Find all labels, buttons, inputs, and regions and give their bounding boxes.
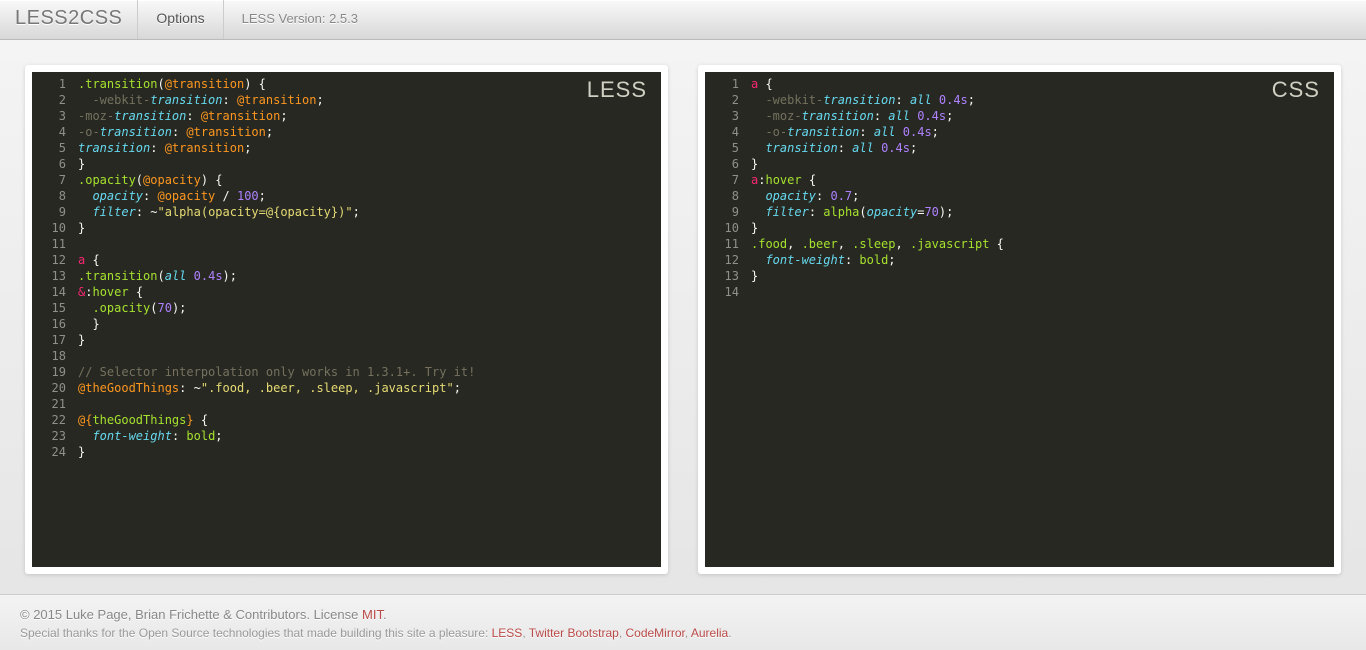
- less-panel: LESS 12345678910111213141516171819202122…: [25, 65, 668, 574]
- options-menu[interactable]: Options: [137, 0, 223, 39]
- footer-period: .: [383, 607, 387, 622]
- brand[interactable]: LESS2CSS: [0, 0, 137, 39]
- footer-link-less[interactable]: LESS: [492, 626, 523, 640]
- footer-link-codemirror[interactable]: CodeMirror: [625, 626, 684, 640]
- footer-thanks-text: Special thanks for the Open Source techn…: [20, 626, 492, 640]
- css-editor[interactable]: CSS 1234567891011121314 a { -webkit-tran…: [705, 72, 1334, 567]
- footer-copyright: © 2015 Luke Page, Brian Frichette & Cont…: [20, 607, 1346, 622]
- less-gutter: 123456789101112131415161718192021222324: [32, 72, 72, 567]
- license-link[interactable]: MIT: [362, 607, 383, 622]
- footer-link-twitter-bootstrap[interactable]: Twitter Bootstrap: [529, 626, 619, 640]
- css-code[interactable]: a { -webkit-transition: all 0.4s; -moz-t…: [745, 72, 1334, 567]
- footer: © 2015 Luke Page, Brian Frichette & Cont…: [0, 594, 1366, 650]
- css-gutter: 1234567891011121314: [705, 72, 745, 567]
- footer-link-aurelia[interactable]: Aurelia: [691, 626, 728, 640]
- css-panel: CSS 1234567891011121314 a { -webkit-tran…: [698, 65, 1341, 574]
- footer-thanks: Special thanks for the Open Source techn…: [20, 626, 1346, 640]
- navbar: LESS2CSS Options LESS Version: 2.5.3: [0, 0, 1366, 40]
- workspace: LESS 12345678910111213141516171819202122…: [0, 40, 1366, 594]
- less-code[interactable]: .transition(@transition) { -webkit-trans…: [72, 72, 661, 567]
- less-version-label: LESS Version: 2.5.3: [224, 0, 376, 39]
- less-editor[interactable]: LESS 12345678910111213141516171819202122…: [32, 72, 661, 567]
- footer-copyright-text: © 2015 Luke Page, Brian Frichette & Cont…: [20, 607, 362, 622]
